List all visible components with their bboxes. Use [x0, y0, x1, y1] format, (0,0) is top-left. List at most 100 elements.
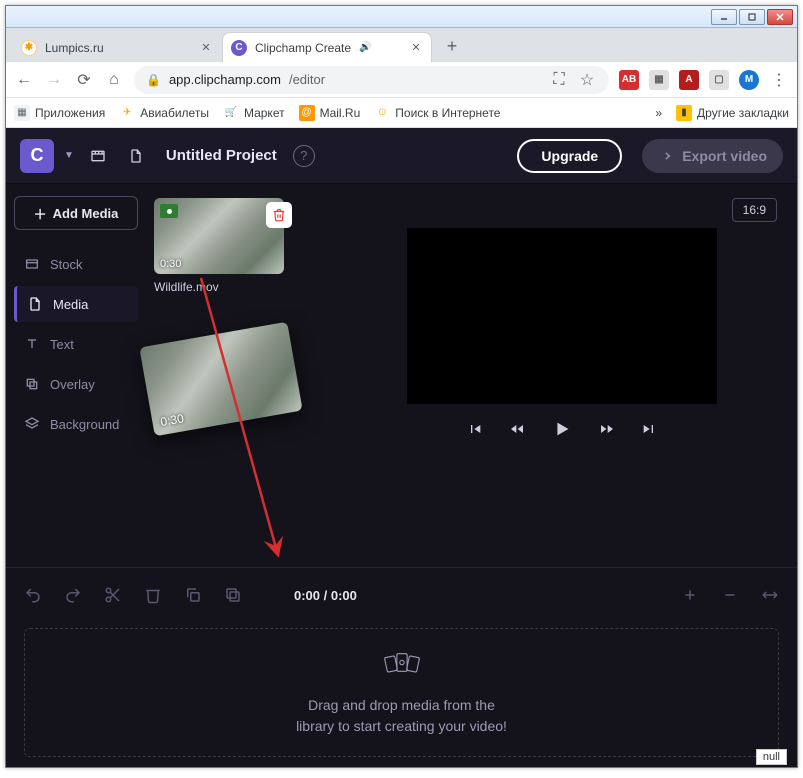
null-badge: null — [756, 749, 787, 765]
undo-button[interactable] — [24, 586, 42, 604]
rewind-button[interactable] — [509, 418, 525, 440]
drop-zone-text: library to start creating your video! — [296, 716, 507, 737]
bookmark-market[interactable]: 🛒Маркет — [223, 105, 285, 121]
window-close-button[interactable] — [767, 9, 793, 25]
bookmark-other[interactable]: ▮Другие закладки — [676, 105, 789, 121]
nav-forward-button[interactable]: → — [44, 70, 64, 90]
favicon-icon: ✱ — [21, 40, 37, 56]
timeline-panel: 0:00 / 0:00 Drag and drop media from th — [6, 567, 797, 767]
nav-reload-button[interactable]: ⟳ — [74, 70, 94, 90]
sidebar-item-overlay[interactable]: Overlay — [14, 366, 138, 402]
project-title[interactable]: Untitled Project — [166, 147, 277, 164]
extension-icon[interactable]: ▦ — [649, 70, 669, 90]
timeline-time: 0:00 / 0:00 — [294, 588, 357, 603]
url-path: /editor — [289, 72, 325, 87]
browser-tab-lumpics[interactable]: ✱ Lumpics.ru ✕ — [12, 32, 222, 62]
new-tab-button[interactable]: + — [438, 32, 466, 60]
tab-close-icon[interactable]: ✕ — [199, 41, 213, 55]
sidebar-item-background[interactable]: Background — [14, 406, 138, 442]
url-domain: app.clipchamp.com — [169, 72, 281, 87]
browser-menu-button[interactable]: ⋮ — [769, 70, 789, 90]
chevron-down-icon[interactable]: ▼ — [64, 150, 74, 161]
window-minimize-button[interactable] — [711, 9, 737, 25]
document-icon[interactable] — [122, 142, 150, 170]
skip-end-button[interactable] — [641, 418, 657, 440]
export-video-button[interactable]: Export video — [642, 139, 783, 173]
preview-canvas[interactable] — [407, 228, 717, 404]
window-titlebar — [6, 6, 797, 28]
tab-close-icon[interactable]: ✕ — [409, 41, 423, 55]
extension-pdf-icon[interactable]: A — [679, 70, 699, 90]
split-button[interactable] — [104, 586, 122, 604]
lock-icon: 🔒 — [146, 73, 161, 87]
help-button[interactable]: ? — [293, 145, 315, 167]
sidebar-item-text[interactable]: Text — [14, 326, 138, 362]
video-library-icon[interactable] — [84, 142, 112, 170]
tab-title: Clipchamp Create — [255, 41, 351, 55]
bookmark-star-icon[interactable]: ☆ — [577, 70, 597, 90]
app-topbar: C ▼ Untitled Project ? Upgrade Export vi… — [6, 128, 797, 184]
play-button[interactable] — [551, 418, 573, 440]
redo-button[interactable] — [64, 586, 82, 604]
record-badge-icon — [160, 204, 178, 218]
delete-button[interactable] — [144, 586, 162, 604]
bookmark-mail[interactable]: @Mail.Ru — [299, 105, 361, 121]
app-logo[interactable]: C — [20, 139, 54, 173]
fit-button[interactable] — [761, 586, 779, 604]
media-cards-icon — [380, 649, 424, 685]
sidebar-item-stock[interactable]: Stock — [14, 246, 138, 282]
profile-avatar-icon[interactable]: M — [739, 70, 759, 90]
overlay-icon — [24, 376, 40, 392]
workspace: ＋ Add Media Stock Media Text Overl — [6, 184, 797, 567]
drop-zone-text: Drag and drop media from the — [296, 695, 507, 716]
timeline-toolbar: 0:00 / 0:00 — [24, 578, 779, 612]
bookmark-avia[interactable]: ✈Авиабилеты — [119, 105, 209, 121]
media-library: 0:30 Wildlife.mov 0:30 — [146, 184, 336, 567]
aspect-ratio-button[interactable]: 16:9 — [732, 198, 777, 222]
skip-start-button[interactable] — [467, 418, 483, 440]
copy-button[interactable] — [184, 586, 202, 604]
text-icon — [24, 336, 40, 352]
zoom-in-button[interactable] — [681, 586, 699, 604]
stock-icon — [24, 256, 40, 272]
duplicate-button[interactable] — [224, 586, 242, 604]
plus-icon: ＋ — [34, 204, 47, 223]
bookmark-apps[interactable]: ▦Приложения — [14, 105, 105, 121]
extension-abp-icon[interactable]: AB — [619, 70, 639, 90]
upgrade-button[interactable]: Upgrade — [517, 139, 622, 173]
app-window: ✱ Lumpics.ru ✕ C Clipchamp Create 🔊 ✕ + … — [5, 5, 798, 768]
tab-audio-icon[interactable]: 🔊 — [359, 42, 371, 53]
favicon-icon: C — [231, 40, 247, 56]
window-maximize-button[interactable] — [739, 9, 765, 25]
bookmark-search[interactable]: ⊙Поиск в Интернете — [374, 105, 500, 121]
translate-icon[interactable]: ⛶ — [549, 70, 569, 90]
layers-icon — [24, 416, 40, 432]
address-bar[interactable]: 🔒 app.clipchamp.com/editor ⛶ ☆ — [134, 66, 609, 94]
bookmark-overflow[interactable]: » — [655, 106, 662, 120]
extension-icon[interactable]: ▢ — [709, 70, 729, 90]
sidebar-item-media[interactable]: Media — [14, 286, 138, 322]
zoom-out-button[interactable] — [721, 586, 739, 604]
media-filename: Wildlife.mov — [154, 280, 328, 294]
browser-tab-clipchamp[interactable]: C Clipchamp Create 🔊 ✕ — [222, 32, 432, 62]
media-icon — [27, 296, 43, 312]
sidebar: ＋ Add Media Stock Media Text Overl — [6, 184, 146, 567]
media-duration: 0:30 — [159, 411, 184, 429]
drag-ghost-thumbnail[interactable]: 0:30 — [139, 322, 302, 437]
browser-toolbar: ← → ⟳ ⌂ 🔒 app.clipchamp.com/editor ⛶ ☆ A… — [6, 62, 797, 98]
trash-icon — [272, 208, 286, 222]
playback-controls — [346, 418, 777, 440]
bookmarks-bar: ▦Приложения ✈Авиабилеты 🛒Маркет @Mail.Ru… — [6, 98, 797, 128]
timeline-drop-zone[interactable]: Drag and drop media from the library to … — [24, 628, 779, 757]
media-duration: 0:30 — [160, 258, 181, 270]
clipchamp-app: C ▼ Untitled Project ? Upgrade Export vi… — [6, 128, 797, 767]
add-media-button[interactable]: ＋ Add Media — [14, 196, 138, 230]
forward-button[interactable] — [599, 418, 615, 440]
media-thumbnail[interactable]: 0:30 — [154, 198, 284, 274]
nav-home-button[interactable]: ⌂ — [104, 70, 124, 90]
preview-pane: 16:9 — [336, 184, 797, 567]
browser-tabstrip: ✱ Lumpics.ru ✕ C Clipchamp Create 🔊 ✕ + — [6, 28, 797, 62]
delete-media-button[interactable] — [266, 202, 292, 228]
nav-back-button[interactable]: ← — [14, 70, 34, 90]
tab-title: Lumpics.ru — [45, 41, 104, 55]
